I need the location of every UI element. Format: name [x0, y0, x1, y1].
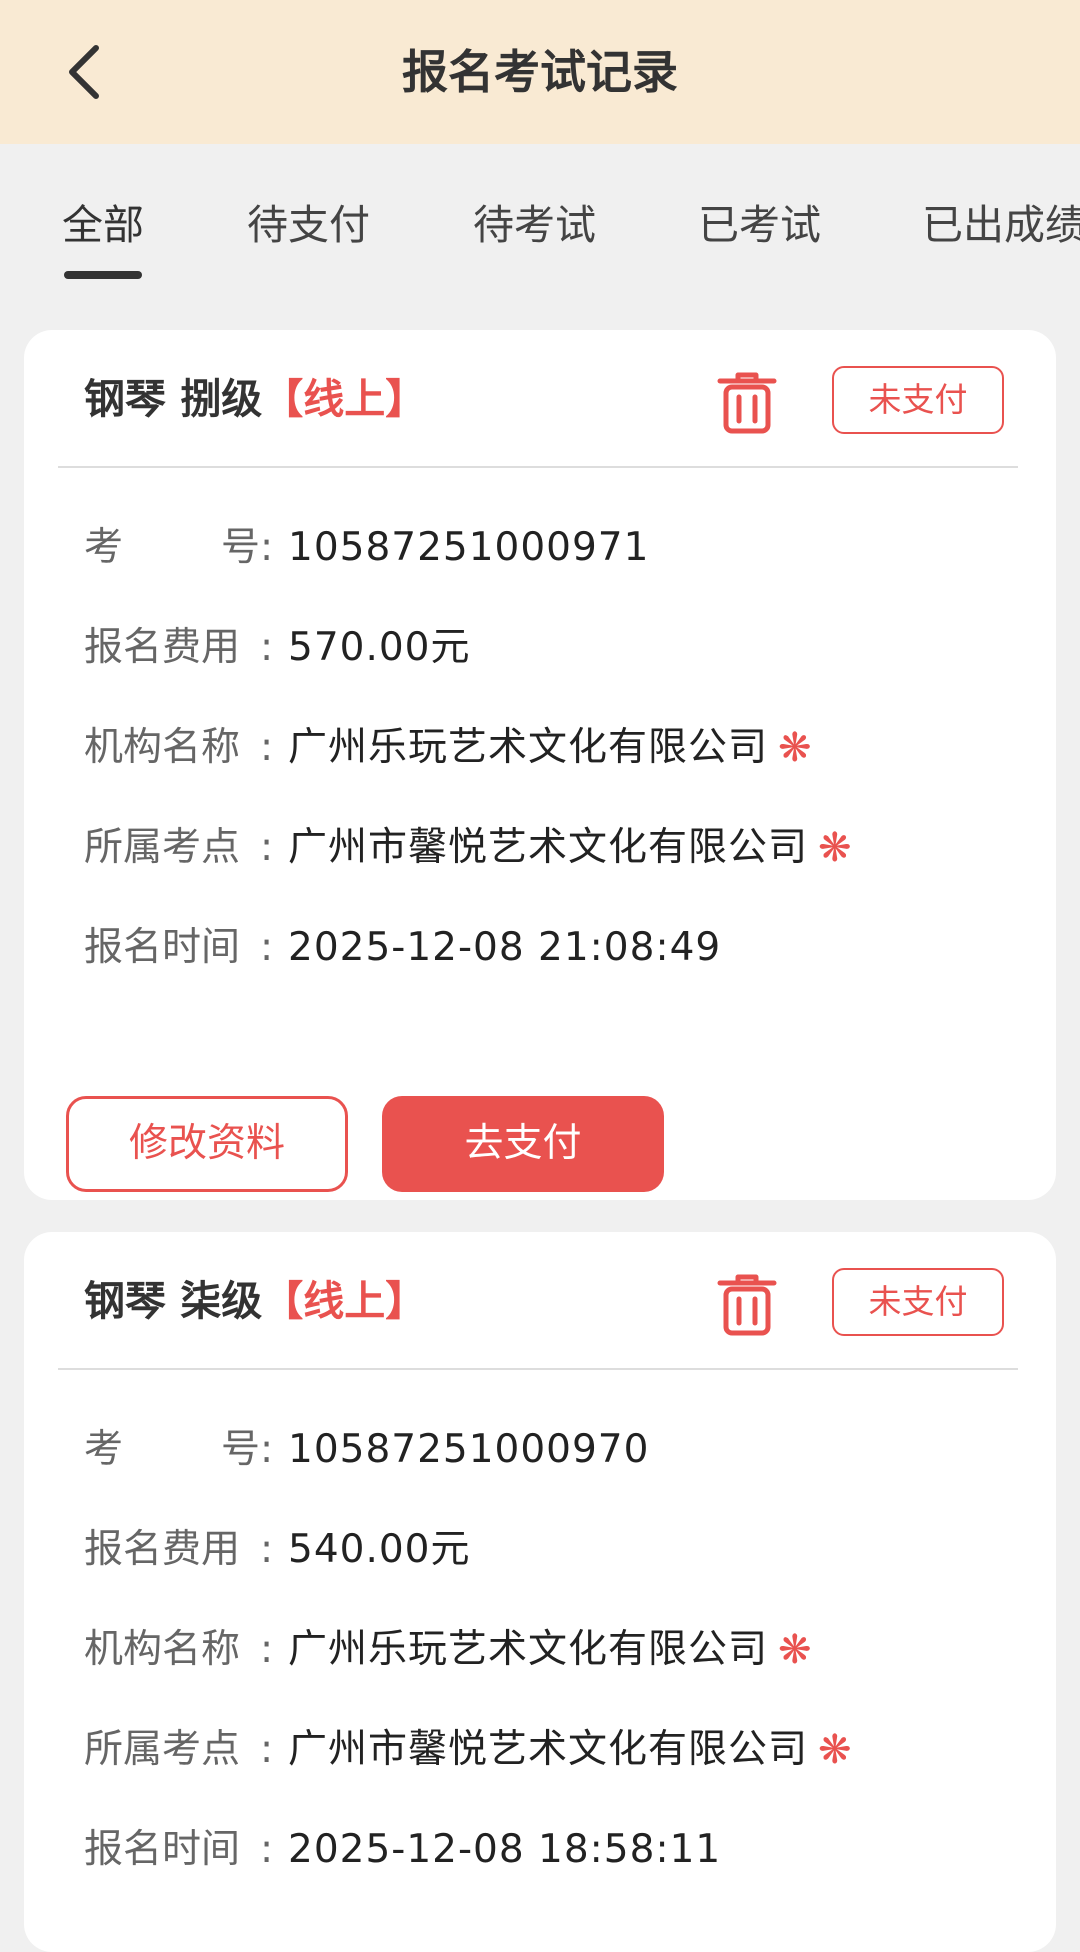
exam-number-value: 10587251000970: [288, 1427, 650, 1472]
institution-label: 机构名称: [84, 1627, 241, 1672]
label-colon: :: [260, 625, 274, 670]
exam-mode: 【线上】: [262, 375, 427, 423]
label-colon: :: [260, 825, 274, 870]
card-divider: [58, 1368, 1018, 1370]
exam-site-row: 所属考点: 广州市馨悦艺术文化有限公司 ❋: [84, 818, 1024, 878]
label-colon: :: [260, 1627, 274, 1672]
fee-value: 570.00元: [288, 625, 471, 670]
card-header: 钢琴 捌级【线上】 未支付: [24, 330, 1056, 468]
signup-time-row: 报名时间:2025-12-08 21:08:49: [84, 918, 1024, 978]
active-tab-indicator: [64, 271, 142, 279]
exam-record-card: 钢琴 捌级【线上】 未支付 考 号: 10587251000971 报名费用:57…: [24, 330, 1056, 1200]
trash-icon: [717, 372, 777, 434]
delete-button[interactable]: [708, 1264, 786, 1344]
signup-time-label: 报名时间: [84, 925, 241, 970]
signup-time-value: 2025-12-08 21:08:49: [288, 925, 722, 970]
label-colon: :: [260, 925, 274, 970]
exam-level: 柒级: [180, 1277, 263, 1325]
snowflake-badge-icon: ❋: [778, 725, 812, 771]
exam-number-label: 考 号: [84, 1427, 260, 1472]
institution-value: 广州乐玩艺术文化有限公司: [288, 1627, 769, 1672]
fee-row: 报名费用:540.00元: [84, 1520, 1024, 1580]
signup-time-row: 报名时间:2025-12-08 18:58:11: [84, 1820, 1024, 1880]
card-header: 钢琴 柒级【线上】 未支付: [24, 1232, 1056, 1370]
label-colon: :: [260, 725, 274, 770]
pay-button[interactable]: 去支付: [382, 1096, 664, 1192]
fee-label: 报名费用: [84, 625, 241, 670]
page-title: 报名考试记录: [402, 45, 678, 99]
trash-icon: [717, 1274, 777, 1336]
fee-row: 报名费用:570.00元: [84, 618, 1024, 678]
card-title: 钢琴 捌级【线上】: [84, 370, 426, 428]
tab-pending-payment[interactable]: 待支付: [247, 199, 370, 251]
label-colon: :: [260, 1727, 274, 1772]
snowflake-badge-icon: ❋: [818, 1727, 852, 1773]
signup-time-value: 2025-12-08 18:58:11: [288, 1827, 722, 1872]
label-colon: :: [260, 1827, 274, 1872]
signup-time-label: 报名时间: [84, 1827, 241, 1872]
exam-level: 捌级: [180, 375, 263, 423]
delete-button[interactable]: [708, 362, 786, 442]
card-title: 钢琴 柒级【线上】: [84, 1272, 426, 1330]
tab-all[interactable]: 全部: [62, 199, 144, 251]
snowflake-badge-icon: ❋: [818, 825, 852, 871]
status-badge: 未支付: [832, 1268, 1004, 1336]
exam-number-row: 考 号: 10587251000971: [84, 518, 1024, 578]
exam-record-card: 钢琴 柒级【线上】 未支付 考 号: 10587251000970 报名费用:54…: [24, 1232, 1056, 1952]
tab-pending-exam[interactable]: 待考试: [473, 199, 596, 251]
exam-site-label: 所属考点: [84, 1727, 241, 1772]
fee-label: 报名费用: [84, 1527, 241, 1572]
card-divider: [58, 466, 1018, 468]
label-colon: :: [260, 1527, 274, 1572]
exam-site-value: 广州市馨悦艺术文化有限公司: [288, 825, 809, 870]
exam-site-value: 广州市馨悦艺术文化有限公司: [288, 1727, 809, 1772]
institution-label: 机构名称: [84, 725, 241, 770]
label-colon: :: [260, 1427, 274, 1472]
exam-subject: 钢琴: [84, 375, 166, 423]
institution-row: 机构名称: 广州乐玩艺术文化有限公司 ❋: [84, 1620, 1024, 1680]
institution-row: 机构名称: 广州乐玩艺术文化有限公司 ❋: [84, 718, 1024, 778]
tab-examined[interactable]: 已考试: [698, 199, 821, 251]
exam-site-label: 所属考点: [84, 825, 241, 870]
exam-mode: 【线上】: [262, 1277, 427, 1325]
exam-number-row: 考 号: 10587251000970: [84, 1420, 1024, 1480]
tab-results-out[interactable]: 已出成绩: [922, 199, 1080, 251]
institution-value: 广州乐玩艺术文化有限公司: [288, 725, 769, 770]
label-colon: :: [260, 525, 274, 570]
exam-site-row: 所属考点: 广州市馨悦艺术文化有限公司 ❋: [84, 1720, 1024, 1780]
exam-subject: 钢琴: [84, 1277, 166, 1325]
fee-value: 540.00元: [288, 1527, 471, 1572]
app-header: 报名考试记录: [0, 0, 1080, 144]
exam-number-label: 考 号: [84, 525, 260, 570]
edit-info-button[interactable]: 修改资料: [66, 1096, 348, 1192]
status-badge: 未支付: [832, 366, 1004, 434]
exam-number-value: 10587251000971: [288, 525, 650, 570]
status-tabs: 全部 待支付 待考试 已考试 已出成绩: [0, 144, 1080, 330]
snowflake-badge-icon: ❋: [778, 1627, 812, 1673]
